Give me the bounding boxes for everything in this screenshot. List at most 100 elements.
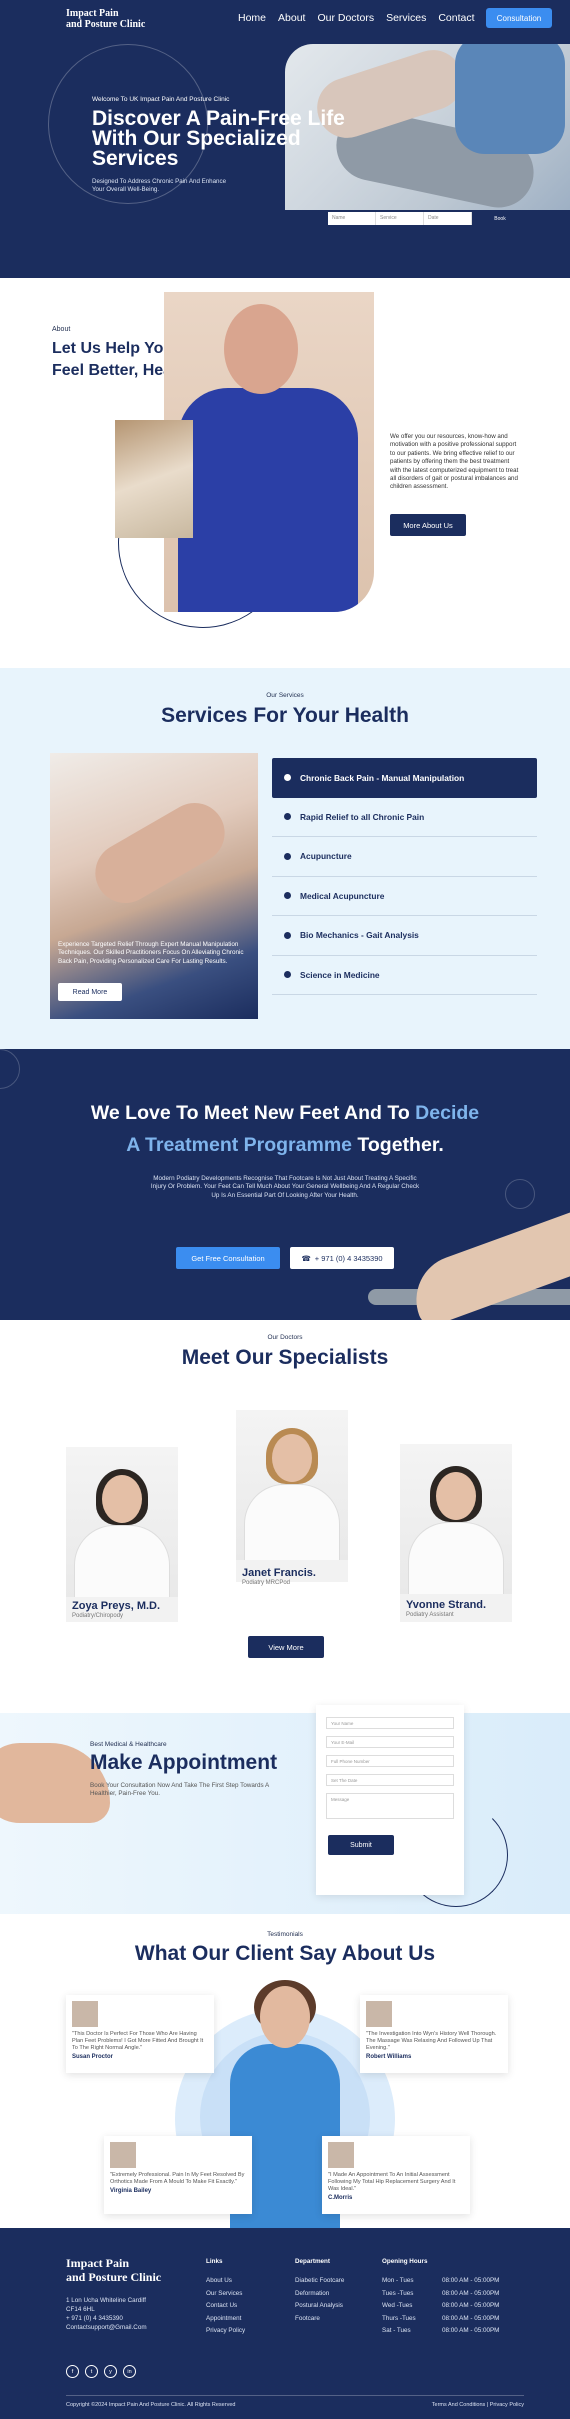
address-line: 1 Lon Ucha Whiteline Cardiff [66, 2297, 147, 2304]
phone-field[interactable]: Full Phone Number [326, 1755, 454, 1767]
hours-day: Thurs -Tues [382, 2314, 416, 2322]
doctor-card[interactable]: Zoya Preys, M.D. Podiatry/Chiropody [66, 1447, 178, 1622]
nav-services[interactable]: Services [386, 12, 426, 24]
service-image: Experience Targeted Relief Through Exper… [50, 753, 258, 1019]
hours-row: Sat - Tues 08:00 AM - 05:00PM [382, 2325, 499, 2338]
date-field[interactable]: Set The Date [326, 1774, 454, 1786]
doctor-name: Janet Francis. [242, 1567, 316, 1579]
avatar [72, 2001, 98, 2027]
message-field[interactable]: Message [326, 1793, 454, 1819]
service-item[interactable]: Bio Mechanics - Gait Analysis [272, 916, 537, 956]
hours-time: 08:00 AM - 05:00PM [442, 2314, 500, 2322]
testimonial-quote: "Extremely Professional. Pain In My Feet… [110, 2172, 245, 2185]
booking-service-select[interactable]: Service [376, 212, 424, 225]
doctor-role: Podiatry Assistant [406, 1612, 454, 1618]
footer-logo[interactable]: Impact Pain and Posture Clinic [66, 2256, 161, 2284]
twitter-icon[interactable]: t [85, 2365, 98, 2378]
logo-line-2: and Posture Clinic [66, 19, 146, 30]
footer-link[interactable]: Appointment [206, 2313, 245, 2326]
youtube-icon[interactable]: y [104, 2365, 117, 2378]
footer-link[interactable]: Contact Us [206, 2300, 245, 2313]
booking-bar: Name Service Date Book [328, 212, 528, 225]
hours-time: 08:00 AM - 05:00PM [442, 2277, 500, 2284]
footer-dept[interactable]: Postural Analysis [295, 2300, 344, 2313]
service-item[interactable]: Chronic Back Pain - Manual Manipulation [272, 758, 537, 798]
appointment-form: Your Name Your E-Mail Full Phone Number … [316, 1705, 464, 1895]
services-list: Chronic Back Pain - Manual Manipulation … [272, 758, 537, 995]
consultation-button[interactable]: Consultation [486, 8, 552, 28]
copyright: Copyright ©2024 Impact Pain And Posture … [66, 2402, 236, 2408]
phone-number: + 971 (0) 4 3435390 [314, 1253, 383, 1263]
phone-button[interactable]: ☎ + 971 (0) 4 3435390 [290, 1247, 394, 1269]
phone-icon: ☎ [301, 1253, 311, 1263]
about-label: About [52, 326, 71, 333]
doctor-name: Yvonne Strand. [406, 1599, 487, 1611]
avatar [328, 2142, 354, 2168]
footer-link[interactable]: About Us [206, 2275, 245, 2288]
doctor-name: Zoya Preys, M.D. [72, 1600, 161, 1612]
banner-title: We Love To Meet New Feet And To Decide A … [40, 1097, 530, 1161]
hours-time: 08:00 AM - 05:00PM [442, 2327, 500, 2334]
nav-about[interactable]: About [278, 12, 305, 24]
hours-time: 08:00 AM - 05:00PM [442, 2302, 500, 2309]
view-more-button[interactable]: View More [248, 1636, 324, 1658]
footer-hours: Opening Hours Mon - Tues 08:00 AM - 05:00… [382, 2258, 499, 2338]
team-title: Meet Our Specialists [181, 1346, 389, 1369]
logo-line-1: Impact Pain [66, 8, 119, 19]
footer-phone[interactable]: + 971 (0) 4 3435390 [66, 2314, 176, 2323]
banner-title-part: We Love To Meet New Feet And To [90, 1102, 416, 1124]
nav-our-doctors[interactable]: Our Doctors [317, 12, 374, 24]
booking-date-input[interactable]: Date [424, 212, 472, 225]
testimonials-section: Testimonials What Our Client Say About U… [0, 1914, 570, 2229]
hours-day: Tues -Tues [382, 2289, 414, 2297]
free-consultation-button[interactable]: Get Free Consultation [176, 1247, 280, 1269]
logo-line-1: Impact Pain [66, 2256, 129, 2270]
address-line: CF14 6HL [66, 2306, 95, 2313]
site-logo[interactable]: Impact Pain and Posture Clinic [66, 8, 145, 30]
submit-button[interactable]: Submit [328, 1835, 394, 1855]
hours-day: Sat - Tues [382, 2327, 411, 2334]
legal-links[interactable]: Terms And Conditions | Privacy Policy [432, 2402, 524, 2408]
footer-links-title: Links [206, 2258, 223, 2265]
footer-dept-title: Department [295, 2258, 330, 2265]
service-item[interactable]: Science in Medicine [272, 956, 537, 995]
doctor-role: Podiatry MRCPod [242, 1580, 291, 1586]
appointment-label: Best Medical & Healthcare [90, 1741, 167, 1748]
footer-dept[interactable]: Deformation [295, 2288, 344, 2301]
hours-day: Wed -Tues [382, 2302, 413, 2309]
doctor-photo [236, 1410, 348, 1560]
more-about-us-button[interactable]: More About Us [390, 514, 466, 536]
hero-eyebrow: Welcome To UK Impact Pain And Posture Cl… [92, 96, 230, 103]
doctor-card[interactable]: Janet Francis. Podiatry MRCPod [236, 1410, 348, 1586]
hero-title: Discover A Pain-Free Life With Our Speci… [92, 107, 345, 170]
footer-contact: 1 Lon Ucha Whiteline Cardiff CF14 6HL + … [66, 2296, 176, 2332]
footer-email[interactable]: Contactsupport@Gmail.Com [66, 2323, 176, 2332]
booking-submit-button[interactable]: Book [472, 212, 528, 225]
hours-row: Mon - Tues 08:00 AM - 05:00PM [382, 2275, 499, 2288]
footer-dept[interactable]: Diabetic Footcare [295, 2275, 344, 2288]
footer-dept[interactable]: Footcare [295, 2313, 344, 2326]
booking-name-input[interactable]: Name [328, 212, 376, 225]
doctor-card[interactable]: Yvonne Strand. Podiatry Assistant [400, 1444, 512, 1622]
hero-section: Impact Pain and Posture Clinic Home Abou… [0, 0, 570, 278]
name-field[interactable]: Your Name [326, 1717, 454, 1729]
service-item[interactable]: Acupuncture [272, 837, 537, 877]
linkedin-icon[interactable]: in [123, 2365, 136, 2378]
footer-departments: Department Diabetic Footcare Deformation… [295, 2258, 344, 2325]
testimonial-quote: "This Doctor Is Perfect For Those Who Ar… [72, 2031, 204, 2051]
services-section: Our Services Services For Your Health Ex… [0, 668, 570, 1049]
footer-link[interactable]: Privacy Policy [206, 2325, 245, 2338]
facebook-icon[interactable]: f [66, 2365, 79, 2378]
email-field[interactable]: Your E-Mail [326, 1736, 454, 1748]
service-item[interactable]: Medical Acupuncture [272, 877, 537, 916]
service-item[interactable]: Rapid Relief to all Chronic Pain [272, 798, 537, 837]
read-more-button[interactable]: Read More [58, 983, 122, 1001]
testimonials-label: Testimonials [267, 1931, 303, 1938]
nav-home[interactable]: Home [238, 12, 266, 24]
nav-contact[interactable]: Contact [438, 12, 474, 24]
footer-divider [66, 2395, 524, 2396]
footer-link[interactable]: Our Services [206, 2288, 245, 2301]
footer-hours-title: Opening Hours [382, 2258, 428, 2265]
services-label: Our Services [266, 692, 304, 699]
logo-line-2: and Posture Clinic [66, 2270, 162, 2284]
